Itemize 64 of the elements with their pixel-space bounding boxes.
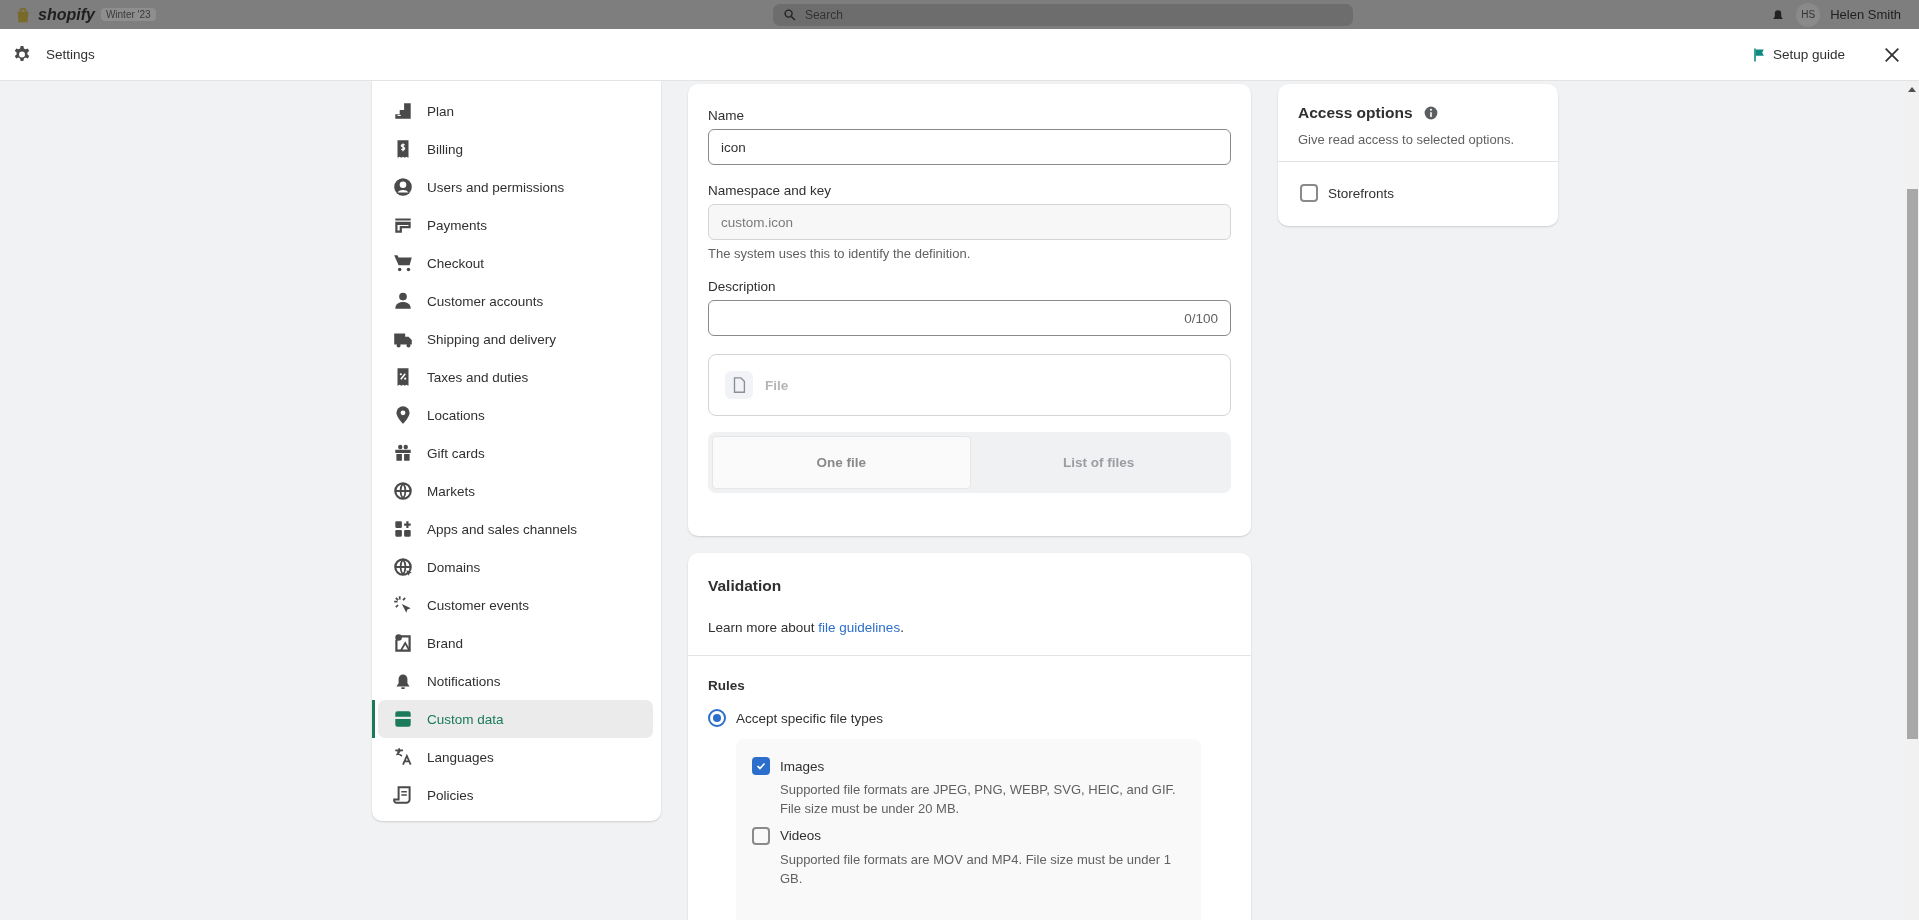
card-title: Access options: [1298, 104, 1413, 122]
globe-icon: [392, 556, 414, 578]
description-field[interactable]: 0/100: [708, 300, 1231, 336]
globe-icon: [392, 480, 414, 502]
learn-more-text: Learn more about file guidelines.: [708, 620, 905, 635]
file-type-label: File: [765, 377, 789, 393]
translate-icon: [392, 746, 414, 768]
character-counter: 0/100: [1184, 310, 1218, 326]
person-circle-icon: [392, 176, 414, 198]
scroll-up-arrow[interactable]: [1908, 87, 1916, 92]
checkbox-label: Images: [780, 758, 825, 774]
checkbox-label: Storefronts: [1328, 185, 1395, 201]
section-title: Rules: [708, 678, 746, 693]
stairs-icon: [392, 100, 414, 122]
sidebar-item[interactable]: Apps and sales channels: [378, 510, 653, 548]
section-title: Validation: [708, 577, 783, 595]
user-name: Helen Smith: [1830, 7, 1901, 22]
sidebar-item[interactable]: Taxes and duties: [378, 358, 653, 396]
sidebar-item[interactable]: Checkout: [378, 244, 653, 282]
scroll-document-icon: [392, 784, 414, 806]
sidebar-item[interactable]: Gift cards: [378, 434, 653, 472]
search-icon: [782, 7, 797, 22]
help-text: Supported file formats are JPEG, PNG, WEBP, SVG, HEIC, and GIF. File size must be under 20 MB.: [780, 781, 1177, 818]
setup-guide-button[interactable]: Setup guide: [1746, 42, 1849, 67]
field-label: Description: [708, 279, 777, 294]
person-icon: [392, 290, 414, 312]
sidebar-item[interactable]: Plan: [378, 92, 653, 130]
gift-icon: [392, 442, 414, 464]
info-icon: [1422, 105, 1439, 121]
sidebar-item[interactable]: Notifications: [378, 662, 653, 700]
checkbox[interactable]: [752, 757, 770, 775]
image-frame-icon: [392, 632, 414, 654]
sidebar-item[interactable]: Markets: [378, 472, 653, 510]
close-icon: [1883, 45, 1901, 64]
sidebar-item[interactable]: Shipping and delivery: [378, 320, 653, 358]
field-label: Namespace and key: [708, 183, 833, 198]
scrollbar-thumb[interactable]: [1907, 189, 1918, 739]
sidebar-item[interactable]: Users and permissions: [378, 168, 653, 206]
field-label: Name: [708, 108, 745, 123]
radio-button[interactable]: [708, 709, 726, 727]
checkbox-label: Videos: [780, 828, 822, 844]
name-field[interactable]: icon: [708, 129, 1231, 165]
sidebar-item[interactable]: Locations: [378, 396, 653, 434]
logo-text: shopify: [38, 5, 95, 24]
sidebar-item[interactable]: Billing: [378, 130, 653, 168]
box-icon: [392, 708, 414, 730]
sidebar-item[interactable]: Customer accounts: [378, 282, 653, 320]
sidebar-item[interactable]: Brand: [378, 624, 653, 662]
sidebar-item[interactable]: Domains: [378, 548, 653, 586]
avatar[interactable]: HS: [1796, 2, 1821, 27]
sidebar-item[interactable]: Policies: [378, 776, 653, 814]
checkbox[interactable]: [752, 826, 770, 845]
help-text: The system uses this to identify the definition.: [708, 246, 972, 261]
apps-icon: [392, 518, 414, 540]
cart-icon: [392, 252, 414, 274]
window-title: Settings: [46, 47, 95, 62]
help-text: Supported file formats are MOV and MP4. File size must be under 1 GB.: [780, 850, 1172, 888]
sidebar-item[interactable]: Payments: [378, 206, 653, 244]
sidebar-item[interactable]: Customer events: [378, 586, 653, 624]
version-badge: Winter '23: [100, 8, 156, 21]
checkbox[interactable]: [1300, 184, 1318, 202]
radio-label: Accept specific file types: [736, 710, 884, 726]
sidebar-item[interactable]: Languages: [378, 738, 653, 776]
card-subtitle: Give read access to selected options.: [1298, 132, 1516, 147]
